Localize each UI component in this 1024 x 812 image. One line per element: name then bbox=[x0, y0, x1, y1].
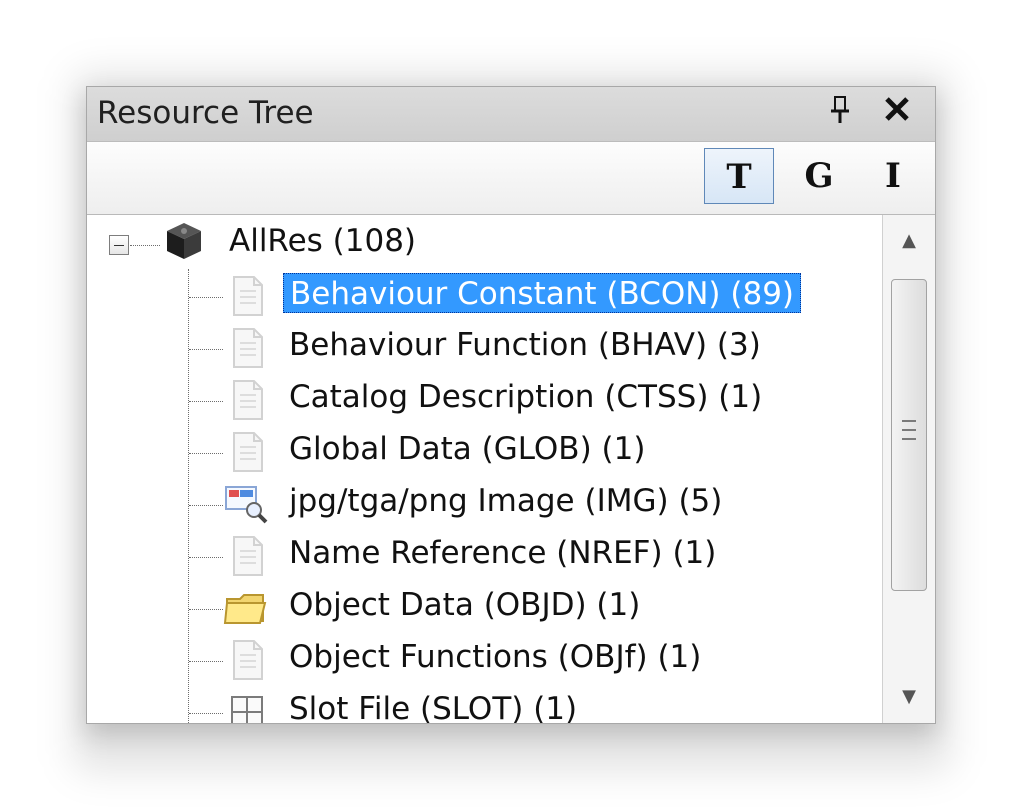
tree-item-label: Global Data (GLOB) (1) bbox=[289, 431, 646, 467]
grip-icon bbox=[902, 420, 916, 440]
tree-connector bbox=[189, 297, 223, 298]
tree-connector bbox=[189, 453, 223, 454]
resource-tree: AllRes (108) Behaviour Constant (BCON) (… bbox=[87, 215, 881, 723]
document-icon-shape bbox=[233, 432, 263, 472]
tree-item[interactable]: Object Data (OBJD) (1) bbox=[87, 579, 881, 631]
collapse-toggle[interactable] bbox=[109, 235, 129, 255]
tree-item-label: Object Functions (OBJf) (1) bbox=[289, 639, 702, 675]
document-icon bbox=[226, 639, 268, 681]
vertical-scrollbar[interactable]: ▲ ▼ bbox=[882, 215, 935, 723]
folder-icon bbox=[223, 587, 267, 629]
document-icon bbox=[226, 535, 268, 577]
tree-item[interactable]: Global Data (GLOB) (1) bbox=[87, 423, 881, 475]
scroll-thumb[interactable] bbox=[891, 279, 927, 591]
tree-connector bbox=[189, 713, 223, 714]
tree-connector bbox=[189, 401, 223, 402]
scroll-down-button[interactable]: ▼ bbox=[883, 671, 935, 723]
tree-item[interactable]: Slot File (SLOT) (1) bbox=[87, 683, 881, 723]
scroll-up-button[interactable]: ▲ bbox=[883, 215, 935, 267]
package-icon bbox=[163, 221, 205, 263]
tree-connector bbox=[189, 557, 223, 558]
tree-item-label: jpg/tga/png Image (IMG) (5) bbox=[289, 483, 723, 519]
folder-icon-shape bbox=[223, 594, 267, 624]
tree-item-label: Behaviour Function (BHAV) (3) bbox=[289, 327, 761, 363]
group-view-button[interactable]: G bbox=[784, 148, 854, 204]
document-icon bbox=[226, 431, 268, 473]
document-icon bbox=[226, 379, 268, 421]
document-icon-shape bbox=[233, 328, 263, 368]
tree-root-row[interactable]: AllRes (108) bbox=[87, 215, 881, 267]
document-icon bbox=[226, 327, 268, 369]
tree-item-label: Slot File (SLOT) (1) bbox=[289, 691, 578, 723]
document-icon-shape bbox=[233, 536, 263, 576]
tree-item-label: Behaviour Constant (BCON) (89) bbox=[283, 273, 802, 313]
view-toolbar: T G I bbox=[87, 142, 935, 215]
tree-connector bbox=[189, 349, 223, 350]
pin-icon-shape bbox=[831, 96, 849, 123]
panel-titlebar: Resource Tree bbox=[87, 87, 935, 142]
tree-item[interactable]: Behaviour Constant (BCON) (89) bbox=[87, 267, 881, 319]
image-search-icon-shape bbox=[225, 486, 268, 524]
tree-item[interactable]: Catalog Description (CTSS) (1) bbox=[87, 371, 881, 423]
tree-item-label: Name Reference (NREF) (1) bbox=[289, 535, 717, 571]
panel-title: Resource Tree bbox=[97, 95, 314, 131]
tree-item-label: Object Data (OBJD) (1) bbox=[289, 587, 641, 623]
document-icon-shape bbox=[233, 380, 263, 420]
instance-view-button[interactable]: I bbox=[858, 148, 928, 204]
tree-connector bbox=[189, 505, 223, 506]
pin-icon[interactable] bbox=[829, 95, 851, 135]
grid-icon-shape bbox=[231, 696, 263, 723]
tree-root-label: AllRes (108) bbox=[229, 223, 417, 259]
grid-icon bbox=[226, 691, 268, 723]
document-icon bbox=[226, 275, 268, 317]
page: Resource Tree T G I AllRes (108) Behavio… bbox=[0, 0, 1024, 812]
document-icon-shape bbox=[233, 276, 263, 316]
tree-item[interactable]: Name Reference (NREF) (1) bbox=[87, 527, 881, 579]
tree-view[interactable]: AllRes (108) Behaviour Constant (BCON) (… bbox=[87, 215, 935, 723]
tree-item[interactable]: Object Functions (OBJf) (1) bbox=[87, 631, 881, 683]
close-icon[interactable] bbox=[883, 95, 911, 133]
tree-connector bbox=[189, 661, 223, 662]
tree-item[interactable]: jpg/tga/png Image (IMG) (5) bbox=[87, 475, 881, 527]
image-search-icon bbox=[223, 483, 268, 525]
resource-tree-panel: Resource Tree T G I AllRes (108) Behavio… bbox=[86, 86, 936, 724]
document-icon-shape bbox=[233, 640, 263, 680]
package-icon-shape bbox=[167, 223, 201, 259]
tree-item-label: Catalog Description (CTSS) (1) bbox=[289, 379, 763, 415]
tree-item[interactable]: Behaviour Function (BHAV) (3) bbox=[87, 319, 881, 371]
tree-connector bbox=[130, 245, 160, 246]
close-icon-shape bbox=[885, 97, 909, 121]
tree-connector bbox=[189, 609, 223, 610]
type-view-button[interactable]: T bbox=[704, 148, 774, 204]
